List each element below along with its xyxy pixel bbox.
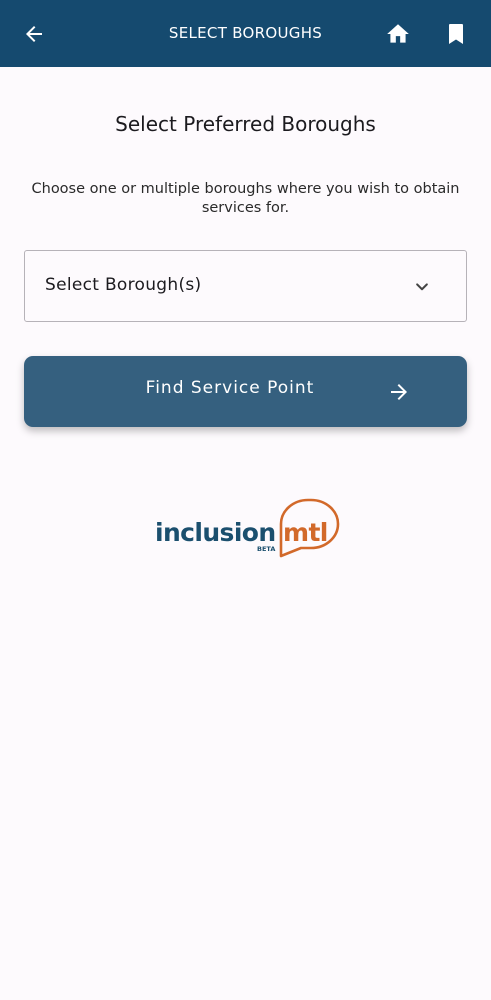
home-icon — [387, 24, 409, 43]
find-service-point-button[interactable]: Find Service Point — [24, 356, 467, 427]
logo-text-mtl: mtl — [283, 518, 328, 547]
home-button[interactable] — [382, 18, 414, 50]
arrow-right-icon — [386, 379, 412, 405]
find-service-point-label: Find Service Point — [145, 378, 315, 398]
app-bar: SELECT BOROUGHS — [0, 0, 491, 67]
section-description: Choose one or multiple boroughs where yo… — [31, 181, 460, 216]
bookmark-icon — [449, 24, 463, 44]
bookmark-button[interactable] — [440, 18, 472, 50]
borough-select[interactable]: Select Borough(s) — [24, 250, 467, 322]
inclusion-mtl-logo: inclusion mtl BETA — [154, 498, 340, 560]
page-title: SELECT BOROUGHS — [168, 24, 323, 42]
borough-select-label: Select Borough(s) — [45, 275, 202, 295]
chevron-down-icon — [411, 276, 433, 298]
logo-text-inclusion: inclusion — [155, 518, 276, 547]
logo-beta-badge: BETA — [257, 545, 275, 553]
section-heading: Select Preferred Boroughs — [115, 112, 376, 136]
